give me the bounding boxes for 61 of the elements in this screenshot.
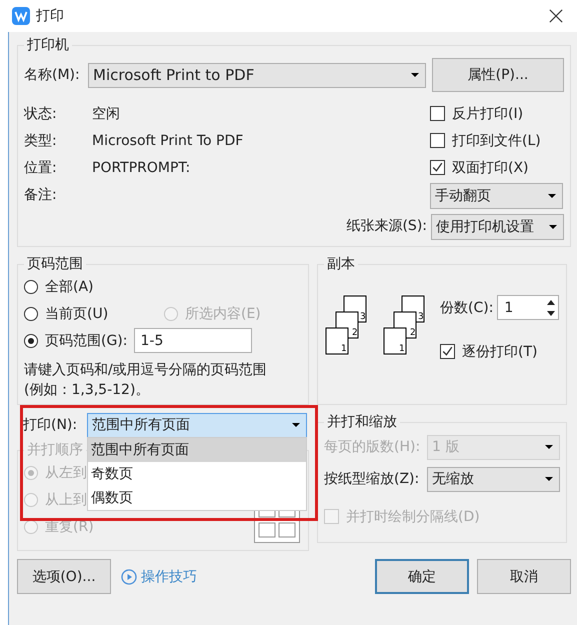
- radio-label: 页码范围(G):: [45, 332, 128, 350]
- radio-button[interactable]: [24, 334, 38, 348]
- dropdown-arrow-icon: [545, 477, 553, 481]
- printer-select[interactable]: Microsoft Print to PDF: [88, 62, 426, 88]
- checkbox-label: 双面打印(X): [452, 158, 529, 176]
- dropdown-arrow-icon: [411, 73, 419, 77]
- field-label: 打印(N):: [23, 416, 78, 434]
- field-label: 每页的版数(H):: [324, 438, 420, 456]
- copies-spinner[interactable]: 1: [497, 295, 560, 320]
- checkbox-label: 逐份打印(T): [462, 342, 538, 360]
- radio-label: 全部(A): [45, 278, 94, 296]
- paper-source-select[interactable]: 使用打印机设置: [431, 214, 564, 240]
- options-button[interactable]: 选项(O)...: [17, 559, 111, 594]
- info-value: PORTPROMPT:: [92, 160, 190, 176]
- checkbox[interactable]: [430, 160, 445, 175]
- field-label: 纸张来源(S):: [346, 217, 427, 235]
- dropdown-option[interactable]: 范围中所有页面: [88, 438, 306, 462]
- checkbox[interactable]: [440, 344, 455, 359]
- window-title: 打印: [36, 7, 64, 25]
- field-label: 按纸型缩放(Z):: [324, 470, 420, 488]
- radio-button[interactable]: [24, 306, 38, 320]
- group-title: 页码范围: [26, 255, 84, 273]
- group-title: 并打和缩放: [326, 413, 398, 431]
- group-title: 并打顺序: [26, 441, 84, 459]
- dropdown-option[interactable]: 偶数页: [88, 486, 306, 510]
- field-label: 份数(C):: [440, 298, 494, 316]
- dropdown-arrow-icon: [292, 423, 300, 427]
- print-select[interactable]: 范围中所有页面: [87, 412, 307, 438]
- group-title: 打印机: [26, 36, 70, 54]
- radio-label: 当前页(U): [45, 304, 108, 322]
- info-value: Microsoft Print To PDF: [92, 132, 244, 148]
- radio-button[interactable]: [24, 280, 38, 294]
- dropdown-arrow-icon: [548, 194, 556, 198]
- hint-text: 请键入页码和/或用逗号分隔的页码范围 (例如：1,3,5-12)。: [24, 361, 268, 400]
- checkbox-label: 打印到文件(L): [452, 132, 541, 150]
- page-range-field[interactable]: 1-5: [134, 328, 252, 353]
- scale-select[interactable]: 无缩放: [427, 466, 560, 492]
- dropdown-arrow-icon: [545, 445, 553, 449]
- play-icon[interactable]: [121, 568, 137, 584]
- checkbox[interactable]: [430, 133, 445, 148]
- info-label: 类型:: [24, 132, 58, 150]
- checkbox-label: 反片打印(I): [452, 104, 524, 122]
- radio-label: 从上到: [45, 490, 87, 508]
- info-label: 备注:: [24, 186, 58, 204]
- radio-label: 所选内容(E): [185, 304, 261, 322]
- duplex-select[interactable]: 手动翻页: [430, 183, 563, 209]
- ok-button[interactable]: 确定: [375, 559, 469, 594]
- field-label: 名称(M):: [24, 66, 81, 84]
- dropdown-option[interactable]: 奇数页: [88, 462, 306, 486]
- info-label: 位置:: [24, 158, 58, 176]
- radio-label: 从左到: [45, 464, 87, 482]
- properties-button[interactable]: 属性(P)...: [432, 58, 564, 92]
- cancel-button[interactable]: 取消: [477, 559, 571, 594]
- info-label: 状态:: [24, 104, 58, 122]
- dropdown-arrow-icon: [549, 225, 557, 229]
- group-title: 副本: [326, 255, 356, 273]
- close-icon[interactable]: [549, 9, 563, 23]
- checkbox[interactable]: [430, 106, 445, 121]
- checkbox-label: 并打时绘制分隔线(D): [346, 508, 480, 526]
- app-logo-icon: [12, 7, 30, 25]
- info-value: 空闲: [92, 104, 120, 122]
